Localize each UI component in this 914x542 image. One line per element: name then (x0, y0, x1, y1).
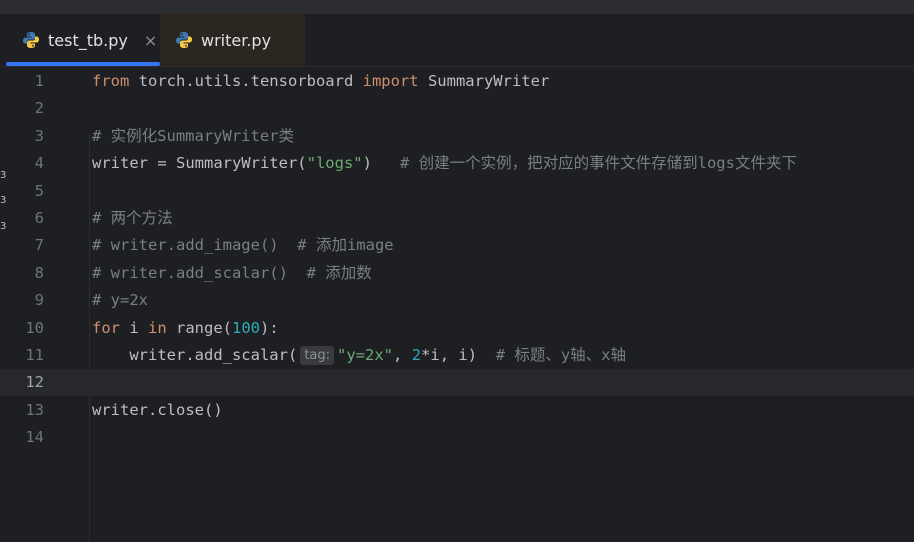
code-token: # 创建一个实例，把对应的事件文件存储到logs文件夹下 (399, 154, 797, 173)
code-token: # 标题、y轴、x轴 (495, 346, 627, 364)
line-number: 4 (34, 154, 44, 173)
line-number: 11 (25, 346, 44, 364)
python-icon (176, 32, 192, 48)
window-top-strip (0, 0, 914, 14)
line-number: 5 (34, 181, 44, 200)
python-icon (23, 32, 39, 48)
code-text: # 实例化SummaryWriter类 (92, 123, 294, 150)
code-line[interactable]: 13 writer.close() (0, 397, 914, 424)
code-token: , (393, 346, 412, 364)
line-number: 13 (25, 400, 44, 419)
code-line[interactable]: 8 # writer.add_scalar() # 添加数 (0, 260, 914, 287)
code-line[interactable]: 12 (0, 369, 914, 397)
code-text: # y=2x (92, 287, 148, 314)
code-line[interactable]: 3 # 实例化SummaryWriter类 (0, 123, 914, 150)
code-line[interactable]: 11 writer.add_scalar(tag: "y=2x", 2*i, i)… (0, 342, 914, 369)
code-token: writer = SummaryWriter( (92, 154, 307, 173)
gutter-marker: 3 (0, 196, 6, 206)
line-number: 3 (34, 126, 44, 145)
close-icon[interactable]: × (144, 31, 157, 50)
code-token: 2 (411, 346, 422, 364)
code-text: from torch.utils.tensorboard import Summ… (92, 68, 549, 95)
code-token: torch.utils.tensorboard (129, 72, 363, 90)
code-token: 100 (232, 318, 260, 337)
code-token: import (362, 72, 419, 90)
code-token: from (92, 72, 130, 90)
code-line[interactable]: 4 writer = SummaryWriter("logs") # 创建一个实例… (0, 150, 914, 177)
line-number: 7 (34, 236, 44, 255)
code-token: *i, i) (421, 346, 496, 364)
code-token: in (148, 318, 167, 337)
code-line[interactable]: 5 (0, 178, 914, 205)
code-text: writer.close() (92, 397, 223, 424)
code-token: # writer.add_scalar() # 添加数 (92, 263, 372, 282)
code-text: # writer.add_scalar() # 添加数 (92, 260, 372, 287)
line-number: 6 (34, 209, 44, 227)
code-text: writer.add_scalar(tag: "y=2x", 2*i, i) # … (92, 342, 626, 369)
code-token: # 实例化SummaryWriter类 (92, 126, 294, 145)
line-number: 10 (25, 318, 44, 337)
parameter-hint: tag: (300, 346, 335, 365)
gutter-marker: 3 (0, 171, 6, 181)
editor-tab-bar: test_tb.py × writer.py (0, 14, 914, 67)
code-token: # y=2x (92, 291, 148, 310)
code-token: "logs" (306, 154, 363, 173)
code-token: writer.add_scalar( (92, 346, 298, 364)
line-number: 2 (34, 99, 44, 118)
code-line[interactable]: 14 (0, 424, 914, 451)
code-line[interactable]: 1 from torch.utils.tensorboard import Sum… (0, 68, 914, 95)
line-number: 14 (25, 428, 44, 447)
code-token: i (120, 318, 148, 337)
tab-writer[interactable]: writer.py (160, 14, 305, 66)
code-line[interactable]: 10 for i in range(100): (0, 315, 914, 342)
line-number: 12 (25, 373, 44, 392)
code-token: ): (260, 318, 279, 337)
code-text: writer = SummaryWriter("logs") # 创建一个实例，… (92, 150, 797, 177)
code-token: writer.close() (92, 400, 223, 419)
code-text: # 两个方法 (92, 205, 173, 232)
code-line[interactable]: 9 # y=2x (0, 287, 914, 314)
code-line[interactable]: 7 # writer.add_image() # 添加image (0, 232, 914, 259)
code-line[interactable]: 6 # 两个方法 (0, 205, 914, 232)
line-number: 8 (34, 263, 44, 282)
code-token: # writer.add_image() # 添加image (92, 236, 394, 255)
line-number: 9 (34, 291, 44, 310)
code-token: for (92, 318, 120, 337)
gutter-marker: 3 (0, 222, 6, 232)
line-number: 1 (34, 72, 44, 90)
code-token: range( (166, 318, 232, 337)
code-token: "y=2x" (337, 346, 394, 364)
tab-label: test_tb.py (48, 30, 128, 50)
code-text: for i in range(100): (92, 315, 279, 342)
code-editor[interactable]: 1 from torch.utils.tensorboard import Sum… (0, 67, 914, 542)
tab-test-tb[interactable]: test_tb.py × (6, 14, 160, 66)
code-line[interactable]: 2 (0, 95, 914, 122)
code-token: # 两个方法 (92, 209, 173, 227)
code-text: # writer.add_image() # 添加image (92, 232, 394, 259)
code-token: SummaryWriter (418, 72, 550, 90)
active-tab-indicator (6, 62, 160, 66)
code-token: ) (362, 154, 400, 173)
tab-label: writer.py (201, 30, 272, 50)
